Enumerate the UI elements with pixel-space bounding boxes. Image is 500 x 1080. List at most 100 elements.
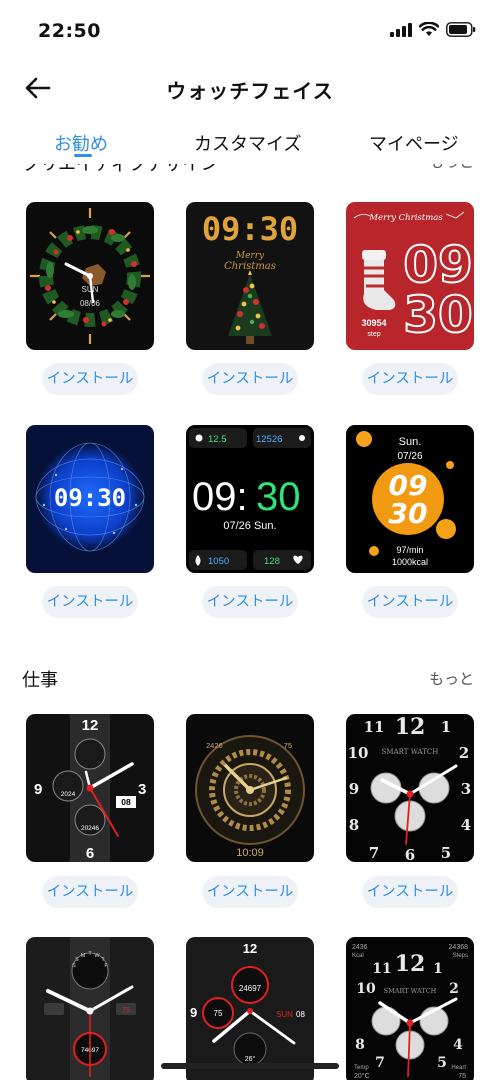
watch-face-digital-sport[interactable]: 12.5 12526 09: 30 07/26 Sun. 1050 128: [186, 425, 314, 573]
svg-text:11: 11: [364, 718, 385, 736]
svg-text:6: 6: [405, 846, 415, 862]
status-icons: [390, 22, 476, 37]
svg-text:30: 30: [389, 497, 428, 530]
install-button[interactable]: インストール: [362, 876, 458, 908]
svg-text:75: 75: [122, 1007, 130, 1014]
install-button[interactable]: インストール: [42, 363, 138, 395]
watch-face-work-chrono-red[interactable]: 12 9 3 6 2024 20246 08: [26, 714, 154, 862]
watch-face-preview: 09:30 Merry Christmas: [202, 210, 298, 344]
status-time: 22:50: [38, 20, 101, 42]
svg-text:8: 8: [355, 1037, 365, 1053]
svg-text:24368: 24368: [449, 944, 469, 951]
svg-text:97/min: 97/min: [396, 545, 423, 555]
svg-text:12.5: 12.5: [208, 434, 227, 445]
svg-text:Steps: Steps: [453, 953, 468, 959]
tab-customize[interactable]: カスタマイズ: [194, 130, 301, 156]
watch-face-christmas-stocking[interactable]: Merry Christmas 30954 step 09 30: [346, 202, 474, 350]
watch-face-preview: 2436 Kcal 24368 Steps 12 11 1 10 2 8 4 7…: [352, 944, 469, 1080]
svg-text:12: 12: [82, 717, 99, 734]
svg-text:20°C: 20°C: [354, 1072, 370, 1080]
svg-text:2426: 2426: [206, 741, 223, 750]
section-title: クリエイティブデザイン: [22, 164, 219, 175]
svg-text:Heart: Heart: [451, 1065, 466, 1071]
svg-text:9: 9: [34, 781, 42, 798]
svg-text:Merry Christmas: Merry Christmas: [368, 213, 443, 223]
install-button[interactable]: インストール: [362, 363, 458, 395]
watch-face-preview: Sun. 07/26 09 30 97/min 1000kcal: [356, 431, 456, 567]
wifi-icon: [419, 22, 439, 36]
install-button[interactable]: インストール: [202, 363, 298, 395]
svg-text:2: 2: [459, 744, 469, 762]
svg-text:9: 9: [349, 780, 359, 798]
svg-text:07/26 Sun.: 07/26 Sun.: [223, 520, 276, 532]
svg-text:2: 2: [449, 981, 459, 997]
watch-face-christmas-wreath[interactable]: SUN 08/06: [26, 202, 154, 350]
install-button[interactable]: インストール: [42, 876, 138, 908]
status-bar: 22:50: [0, 0, 500, 62]
watch-face-christmas-tree[interactable]: 09:30 Merry Christmas: [186, 202, 314, 350]
tab-indicator: [74, 154, 92, 157]
more-link-work[interactable]: もっと: [429, 668, 474, 689]
svg-text:Sun.: Sun.: [399, 436, 422, 448]
battery-icon: [446, 22, 476, 37]
watch-face-preview: 12 24697 75 9 SUN 08 26°: [190, 941, 305, 1066]
watch-face-preview: 2426 75 10:09: [195, 735, 305, 859]
svg-text:08: 08: [296, 1010, 305, 1019]
svg-text:7: 7: [375, 1055, 385, 1071]
svg-text:Merry: Merry: [235, 251, 265, 261]
svg-text:08/06: 08/06: [80, 299, 101, 308]
tab-recommended[interactable]: お勧め: [54, 130, 108, 156]
tab-my-page[interactable]: マイページ: [369, 130, 459, 156]
svg-text:11: 11: [372, 961, 391, 977]
watch-face-smart-watch-analog[interactable]: 12 11 1 10 2 9 3 8 4 7 6 5 SMART WATCH: [346, 714, 474, 862]
svg-text:10: 10: [348, 744, 369, 762]
svg-text:4: 4: [461, 816, 471, 834]
page-title: ウォッチフェイス: [166, 79, 334, 103]
svg-text:3: 3: [461, 780, 471, 798]
watch-face-black-chrono[interactable]: SMTWTFS 75 74697: [26, 937, 154, 1080]
watch-face-preview: 09:30: [35, 442, 145, 552]
svg-text:3: 3: [138, 781, 146, 798]
watch-face-orange-bubble[interactable]: Sun. 07/26 09 30 97/min 1000kcal: [346, 425, 474, 573]
section-title-work: 仕事: [22, 670, 58, 691]
install-button[interactable]: インストール: [202, 876, 298, 908]
svg-text:09:30: 09:30: [202, 210, 298, 248]
watch-face-preview: 12 9 3 6 2024 20246 08: [34, 714, 146, 862]
svg-text:12: 12: [395, 951, 426, 977]
svg-text:SMART WATCH: SMART WATCH: [384, 987, 437, 995]
install-button[interactable]: インストール: [42, 586, 138, 618]
svg-text:12: 12: [395, 714, 426, 740]
more-link-creative[interactable]: もっと: [429, 164, 474, 172]
watch-face-blue-globe[interactable]: 09:30: [26, 425, 154, 573]
watch-face-preview: Merry Christmas 30954 step 09 30: [353, 211, 474, 345]
svg-text:step: step: [367, 331, 380, 338]
svg-text:SUN: SUN: [276, 1010, 293, 1019]
watch-face-preview: SUN 08/06: [30, 208, 150, 344]
svg-text:9: 9: [190, 1005, 197, 1020]
svg-text:1000kcal: 1000kcal: [392, 557, 428, 567]
svg-text:1050: 1050: [208, 556, 229, 567]
install-button[interactable]: インストール: [202, 586, 298, 618]
watch-face-smart-watch-dark[interactable]: 2436 Kcal 24368 Steps 12 11 1 10 2 8 4 7…: [346, 937, 474, 1080]
svg-text:4: 4: [453, 1037, 463, 1053]
svg-text:W: W: [94, 953, 100, 959]
install-button[interactable]: インストール: [362, 586, 458, 618]
svg-text:5: 5: [437, 1055, 447, 1071]
section-header-creative: クリエイティブデザイン もっと: [0, 164, 500, 178]
svg-text:1: 1: [441, 718, 451, 736]
svg-text:09:30: 09:30: [54, 484, 126, 512]
svg-text:2024: 2024: [61, 791, 76, 798]
watch-face-carbon-sport[interactable]: 12 24697 75 9 SUN 08 26°: [186, 937, 314, 1080]
svg-text:75: 75: [214, 1009, 223, 1018]
svg-text:30954: 30954: [361, 318, 386, 328]
content-scroll[interactable]: クリエイティブデザイン もっと: [0, 164, 500, 1080]
svg-text:128: 128: [264, 556, 280, 567]
home-indicator[interactable]: [161, 1063, 339, 1069]
header: ウォッチフェイス: [0, 62, 500, 114]
svg-text:10:09: 10:09: [236, 847, 264, 859]
svg-text:08: 08: [121, 797, 131, 807]
svg-text:S: S: [72, 963, 76, 969]
watch-face-gold-gears[interactable]: 2426 75 10:09: [186, 714, 314, 862]
svg-text:10: 10: [356, 981, 376, 997]
watch-face-preview: SMTWTFS 75 74697: [44, 937, 136, 1080]
